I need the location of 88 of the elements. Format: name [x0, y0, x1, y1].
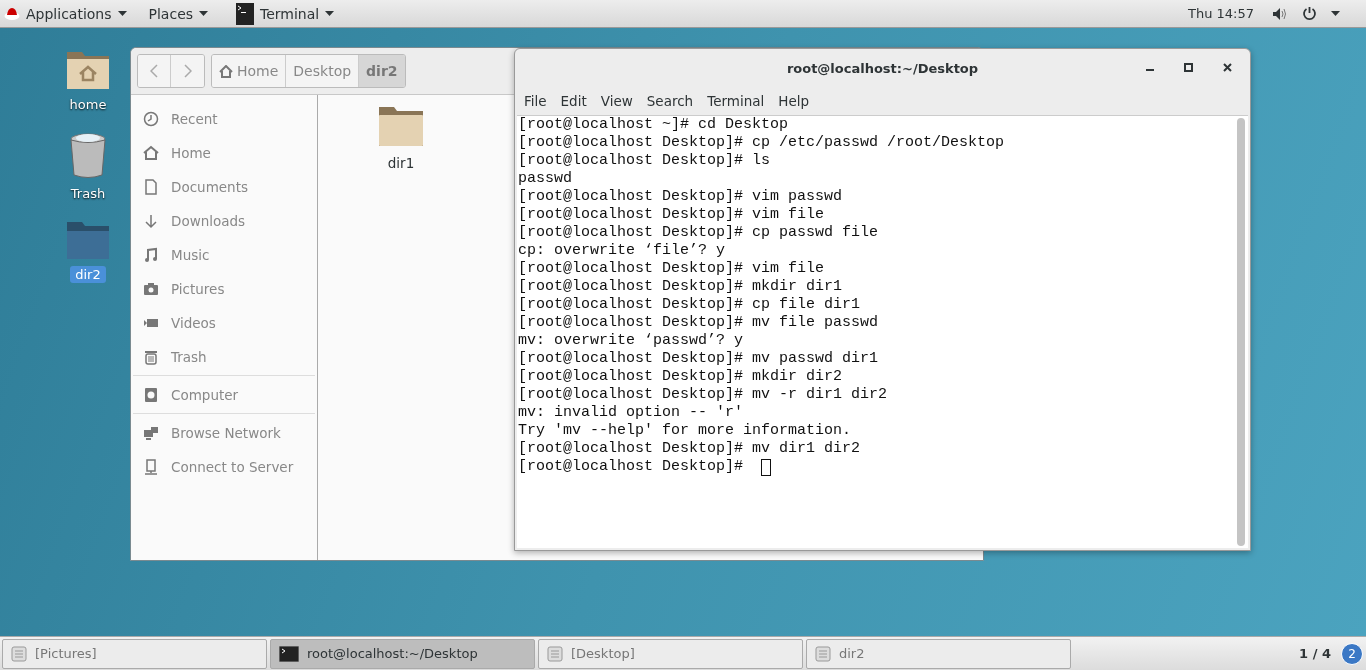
taskbar-item[interactable]: [Pictures]	[2, 638, 267, 669]
terminal-line: [root@localhost Desktop]# cp passwd file	[518, 224, 879, 242]
camera-icon	[143, 281, 159, 297]
terminal-line: [root@localhost Desktop]#	[518, 458, 745, 476]
sidebar-item[interactable]: Home	[131, 136, 317, 170]
window-icon	[547, 645, 563, 662]
terminal-icon	[236, 2, 255, 25]
terminal-line: [root@localhost Desktop]# cp file dir1	[518, 296, 861, 314]
desktop-icon-label[interactable]: home	[64, 96, 112, 113]
terminal-line: [root@localhost Desktop]# vim file	[518, 260, 825, 278]
sidebar-item[interactable]: Documents	[131, 170, 317, 204]
window-icon	[815, 645, 831, 662]
terminal-line: [root@localhost Desktop]# mkdir dir2	[518, 368, 843, 386]
top-menu[interactable]: Places	[148, 0, 219, 27]
down-icon	[143, 213, 159, 229]
volume-icon[interactable]	[1272, 6, 1288, 21]
taskbar-item[interactable]: root@localhost:~/Desktop	[270, 638, 535, 669]
minimize-icon[interactable]	[1146, 69, 1154, 72]
terminal-line: mv: overwrite ‘passwd’? y	[518, 332, 744, 350]
terminal-line: [root@localhost Desktop]# ls	[518, 152, 771, 170]
sidebar-item[interactable]: Computer	[131, 377, 317, 412]
sidebar-item[interactable]: Downloads	[131, 204, 317, 238]
trash-icon[interactable]	[68, 131, 108, 179]
scrollbar[interactable]	[1237, 118, 1245, 546]
hat-icon	[4, 6, 20, 21]
menu-item[interactable]: Help	[771, 93, 817, 109]
terminal-line: [root@localhost Desktop]# mv dir1 dir2	[518, 440, 861, 458]
terminal-line: passwd	[518, 170, 572, 188]
top-menu[interactable]: Terminal	[236, 0, 345, 27]
taskbar-item[interactable]: dir2	[806, 638, 1071, 669]
sidebar-item[interactable]: Pictures	[131, 272, 317, 306]
menu-item[interactable]: View	[593, 93, 640, 109]
caret-icon	[199, 11, 209, 16]
folder-icon[interactable]	[378, 105, 424, 147]
taskbar-item[interactable]: [Desktop]	[538, 638, 803, 669]
menu-item[interactable]: Search	[639, 93, 701, 109]
caret-icon[interactable]	[1331, 11, 1340, 16]
menu-item[interactable]: Terminal	[700, 93, 772, 109]
trash-icon	[143, 349, 159, 365]
computer-icon	[143, 386, 159, 403]
text-cursor	[761, 458, 772, 476]
terminal-line: cp: overwrite ‘file’? y	[518, 242, 726, 260]
network-icon	[143, 424, 159, 441]
breadcrumb[interactable]: dir2	[359, 55, 405, 87]
terminal-line: [root@localhost Desktop]# mv -r dir1 dir2	[518, 386, 888, 404]
doc-icon	[143, 179, 159, 195]
window-title: root@localhost:~/Desktop	[786, 60, 979, 76]
top-menu[interactable]: Applications	[4, 0, 137, 27]
workspace-indicator[interactable]: 1 / 4	[1299, 646, 1331, 661]
menu-item[interactable]: Edit	[553, 93, 594, 109]
desktop-icon-label[interactable]: dir2	[70, 266, 106, 283]
home-folder-icon[interactable]	[66, 50, 110, 90]
clock[interactable]: Thu 14:57	[1188, 6, 1254, 21]
clock-icon	[143, 111, 159, 127]
music-icon	[143, 247, 159, 263]
terminal-line: [root@localhost Desktop]# cp /etc/passwd /root/Desktop	[518, 134, 1005, 152]
desktop-icon-label[interactable]: Trash	[65, 185, 111, 202]
terminal-line: [root@localhost Desktop]# mv passwd dir1	[518, 350, 879, 368]
chevron-right-icon	[183, 64, 192, 78]
caret-icon	[325, 11, 335, 16]
window-icon	[11, 645, 27, 662]
sidebar-item[interactable]: Browse Network	[131, 415, 317, 450]
caret-icon	[117, 11, 127, 16]
menu-item[interactable]: File	[517, 93, 554, 109]
sidebar-item[interactable]: Music	[131, 238, 317, 272]
sidebar-item[interactable]: Videos	[131, 306, 317, 340]
notification-badge[interactable]: 2	[1341, 642, 1363, 665]
sidebar-item[interactable]: Recent	[131, 102, 317, 136]
breadcrumb[interactable]: Desktop	[286, 55, 360, 87]
sidebar-item[interactable]: Connect to Server	[131, 450, 317, 484]
terminal-line: [root@localhost Desktop]# vim file	[518, 206, 825, 224]
power-icon[interactable]	[1302, 6, 1317, 21]
home-icon	[219, 64, 233, 78]
breadcrumb[interactable]: Home	[212, 55, 287, 87]
close-icon[interactable]	[1223, 63, 1232, 72]
terminal-line: [root@localhost ~]# cd Desktop	[518, 116, 789, 134]
terminal-icon	[279, 645, 299, 662]
file-name[interactable]: dir1	[387, 155, 415, 171]
chevron-left-icon	[150, 64, 158, 78]
sidebar-item[interactable]: Trash	[131, 340, 317, 374]
terminal-line: [root@localhost Desktop]# mkdir dir1	[518, 278, 843, 296]
terminal-line: [root@localhost Desktop]# vim passwd	[518, 188, 843, 206]
home-icon	[143, 145, 159, 161]
terminal-line: [root@localhost Desktop]# mv file passwd	[518, 314, 879, 332]
maximize-icon[interactable]	[1184, 63, 1193, 72]
terminal-line: mv: invalid option -- 'r'	[518, 404, 744, 422]
server-icon	[143, 459, 159, 475]
terminal-line: Try 'mv --help' for more information.	[518, 422, 852, 440]
